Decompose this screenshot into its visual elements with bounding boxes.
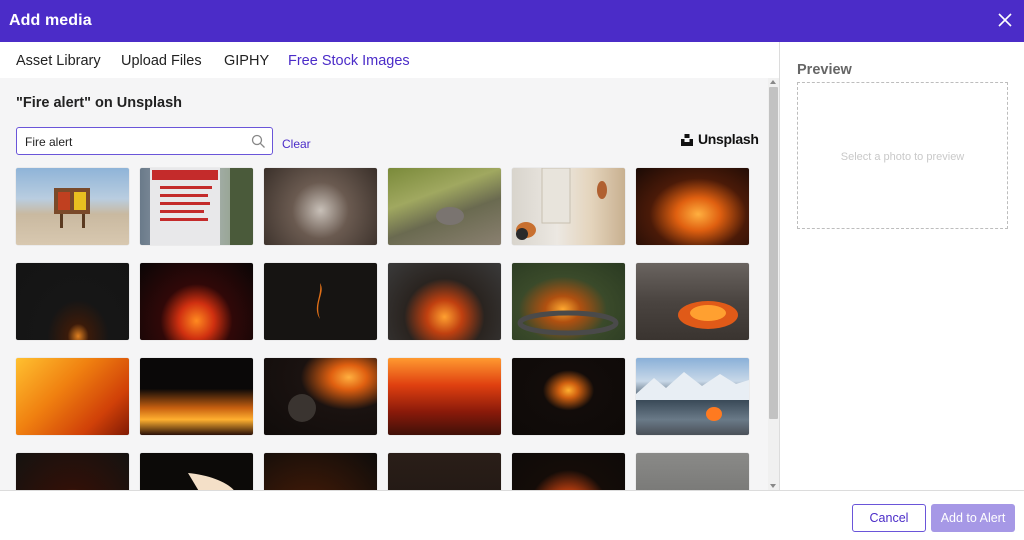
photo-thumbnail[interactable] [264, 263, 377, 340]
tab-bar: Asset Library Upload Files GIPHY Free St… [0, 42, 779, 78]
photo-thumbnail[interactable] [16, 453, 129, 490]
photo-thumbnail[interactable] [512, 358, 625, 435]
scroll-thumb[interactable] [769, 87, 778, 419]
photo-thumbnail[interactable] [140, 358, 253, 435]
photo-thumbnail[interactable] [636, 453, 749, 490]
photo-thumbnail[interactable] [512, 168, 625, 245]
tab-upload-files[interactable]: Upload Files [121, 53, 202, 69]
unsplash-logo: Unsplash [681, 131, 759, 147]
search-icon[interactable] [251, 134, 266, 149]
search-field[interactable] [16, 127, 273, 155]
panel-divider [779, 42, 780, 490]
add-to-alert-button[interactable]: Add to Alert [931, 504, 1015, 532]
preview-hint: Select a photo to preview [840, 151, 965, 163]
photo-thumbnail[interactable] [512, 263, 625, 340]
photo-thumbnail[interactable] [16, 168, 129, 245]
photo-thumbnail[interactable] [264, 168, 377, 245]
dialog-footer: Cancel Add to Alert [0, 490, 1024, 540]
results-heading: "Fire alert" on Unsplash [16, 95, 183, 111]
photo-thumbnail[interactable] [388, 263, 501, 340]
photo-thumbnail[interactable] [16, 263, 129, 340]
photo-thumbnail[interactable] [140, 263, 253, 340]
tab-asset-library[interactable]: Asset Library [16, 53, 101, 69]
tab-giphy[interactable]: GIPHY [224, 53, 269, 69]
photo-thumbnail[interactable] [264, 453, 377, 490]
scroll-down-icon[interactable] [770, 484, 776, 488]
scroll-up-icon[interactable] [770, 80, 776, 84]
results-scrollbar[interactable] [768, 78, 779, 490]
dialog-titlebar: Add media [0, 0, 1024, 42]
preview-label: Preview [797, 62, 852, 78]
photo-thumbnail[interactable] [264, 358, 377, 435]
photo-thumbnail[interactable] [388, 168, 501, 245]
photo-thumbnail[interactable] [140, 453, 253, 490]
add-media-dialog: Add media Asset Library Upload Files GIP… [0, 0, 1024, 540]
photo-thumbnail[interactable] [512, 453, 625, 490]
photo-thumbnail[interactable] [636, 263, 749, 340]
cancel-button[interactable]: Cancel [852, 504, 926, 532]
stock-images-panel: "Fire alert" on Unsplash Clear Unsplash [0, 78, 768, 490]
unsplash-wordmark: Unsplash [698, 131, 759, 147]
photo-thumbnail[interactable] [140, 168, 253, 245]
preview-box: Select a photo to preview [797, 82, 1008, 229]
photo-thumbnail[interactable] [636, 168, 749, 245]
unsplash-mark-icon [681, 133, 693, 146]
photo-thumbnail[interactable] [636, 358, 749, 435]
photo-thumbnail[interactable] [16, 358, 129, 435]
dialog-title: Add media [9, 12, 92, 29]
clear-link[interactable]: Clear [282, 137, 311, 151]
photo-thumbnail[interactable] [388, 453, 501, 490]
photo-thumbnail[interactable] [388, 358, 501, 435]
close-icon[interactable] [994, 9, 1016, 31]
tab-free-stock-images[interactable]: Free Stock Images [288, 53, 410, 69]
search-input[interactable] [25, 134, 245, 150]
